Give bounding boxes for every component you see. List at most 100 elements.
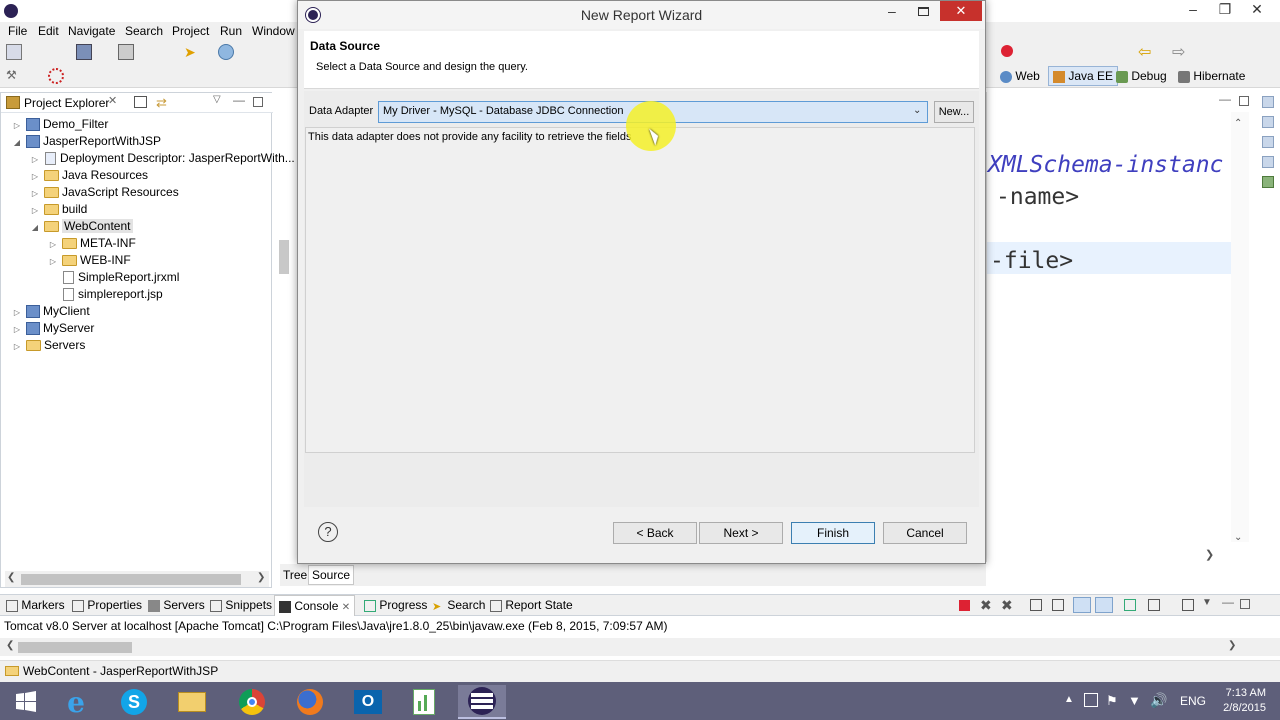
remove-launch-icon[interactable]: ✖ <box>980 597 992 614</box>
expand-arrow-icon[interactable]: ▷ <box>47 257 59 266</box>
tree-item-jasperreportwithjsp[interactable]: ◢ JasperReportWithJSP <box>11 134 161 151</box>
tab-report-state[interactable]: Report State <box>490 598 573 612</box>
tab-markers[interactable]: Markers <box>6 598 65 612</box>
tab-servers[interactable]: Servers <box>148 598 205 612</box>
tree-item-simplereport-jrxml[interactable]: SimpleReport.jrxml <box>59 270 179 287</box>
taskbar-skype[interactable]: S <box>110 685 158 719</box>
close-view-icon[interactable]: ✕ <box>108 94 117 107</box>
tab-progress[interactable]: Progress <box>364 598 427 612</box>
tree-item-webcontent[interactable]: ◢ WebContent <box>29 219 133 236</box>
tab-properties[interactable]: Properties <box>72 598 142 612</box>
new-adapter-button[interactable]: New... <box>934 101 974 123</box>
new-icon[interactable] <box>6 44 22 60</box>
start-button[interactable] <box>2 685 50 719</box>
maximize-view-icon[interactable] <box>253 97 263 107</box>
word-wrap-icon[interactable] <box>1052 599 1064 611</box>
expand-arrow-icon[interactable]: ▷ <box>29 189 41 198</box>
open-console-icon[interactable] <box>1148 599 1160 611</box>
scroll-thumb[interactable] <box>18 642 132 653</box>
print-icon[interactable] <box>118 44 134 60</box>
tree-item-meta-inf[interactable]: ▷ META-INF <box>47 236 136 253</box>
tree-item-deployment-descriptor[interactable]: ▷ Deployment Descriptor: JasperReportWith… <box>29 151 295 168</box>
menu-edit[interactable]: Edit <box>38 24 59 38</box>
taskbar-eclipse[interactable] <box>458 685 506 719</box>
tab-search[interactable]: ➤ Search <box>432 598 485 613</box>
menu-file[interactable]: File <box>8 24 27 38</box>
menu-search[interactable]: Search <box>125 24 163 38</box>
stop-icon[interactable] <box>1001 45 1013 57</box>
expand-arrow-icon[interactable]: ▷ <box>29 172 41 181</box>
flag-icon[interactable]: ⚑ <box>1106 693 1118 709</box>
perspective-javaee[interactable]: Java EE <box>1048 66 1119 86</box>
collapse-arrow-icon[interactable]: ◢ <box>11 138 23 147</box>
taskbar-explorer[interactable] <box>168 685 216 719</box>
console-hscrollbar[interactable]: ❮ ❯ <box>0 638 1280 656</box>
view-menu-icon[interactable]: ▽ <box>213 94 221 105</box>
minimize-button[interactable]: – <box>1176 0 1210 20</box>
tree-item-build[interactable]: ▷ build <box>29 202 87 219</box>
perspective-hibernate[interactable]: Hibernate <box>1178 69 1245 83</box>
menu-run[interactable]: Run <box>220 24 242 38</box>
new-console-icon[interactable] <box>1182 599 1194 611</box>
editor-maximize-icon[interactable] <box>1239 96 1249 106</box>
collapse-all-icon[interactable] <box>134 96 147 108</box>
editor-scroll-right-icon[interactable]: ❯ <box>1205 548 1214 561</box>
tab-tree[interactable]: Tree <box>283 568 307 582</box>
code-line-2[interactable]: -name> <box>996 184 1079 210</box>
terminate-icon[interactable] <box>959 600 970 611</box>
back-nav-icon[interactable]: ⇦ <box>1138 42 1154 61</box>
finish-button[interactable]: Finish <box>791 522 875 544</box>
show-console-icon[interactable] <box>1073 597 1091 613</box>
wifi-icon[interactable]: ▼ <box>1128 693 1141 708</box>
taskbar-outlook[interactable]: O <box>344 685 392 719</box>
close-tab-icon[interactable]: ✕ <box>342 602 350 613</box>
volume-icon[interactable]: 🔊 <box>1150 692 1167 709</box>
taskbar-ie[interactable]: e <box>52 685 100 719</box>
scroll-left-icon[interactable]: ❮ <box>6 640 14 651</box>
pin-console-icon[interactable] <box>1095 597 1113 613</box>
splitter-handle[interactable] <box>279 240 289 274</box>
tab-console[interactable]: Console ✕ <box>274 595 356 616</box>
tab-source[interactable]: Source <box>308 565 355 585</box>
minimize-view-icon[interactable]: — <box>233 93 245 107</box>
network-icon[interactable] <box>1084 693 1098 707</box>
expand-arrow-icon[interactable]: ▷ <box>11 121 23 130</box>
tree-item-myclient[interactable]: ▷ MyClient <box>11 304 90 321</box>
menu-project[interactable]: Project <box>172 24 209 38</box>
tab-snippets[interactable]: Snippets <box>210 598 272 612</box>
tree-item-web-inf[interactable]: ▷ WEB-INF <box>47 253 131 270</box>
console-maximize-icon[interactable] <box>1240 599 1250 609</box>
menu-navigate[interactable]: Navigate <box>68 24 115 38</box>
expand-arrow-icon[interactable]: ▷ <box>29 206 41 215</box>
scroll-right-icon[interactable]: ❯ <box>257 572 265 583</box>
scroll-lock-icon[interactable] <box>1030 599 1042 611</box>
dialog-minimize-button[interactable]: – <box>888 3 896 19</box>
dialog-maximize-button[interactable] <box>918 7 929 16</box>
scroll-up-icon[interactable]: ⌃ <box>1234 118 1242 129</box>
code-line-3[interactable]: -file> <box>990 248 1073 274</box>
scroll-thumb[interactable] <box>21 574 241 585</box>
dialog-close-button[interactable]: ✕ <box>940 1 982 21</box>
console-view-menu-icon[interactable]: ▼ <box>1202 597 1212 608</box>
perspective-debug[interactable]: Debug <box>1116 69 1167 83</box>
editor-minimize-icon[interactable]: — <box>1219 92 1231 106</box>
run-icon[interactable]: ➤ <box>184 44 200 60</box>
globe-icon[interactable] <box>218 44 234 60</box>
tree-item-servers[interactable]: ▷ Servers <box>11 338 85 355</box>
code-line-1[interactable]: XMLSchema-instanc <box>988 152 1223 178</box>
collapse-arrow-icon[interactable]: ◢ <box>29 223 41 232</box>
scroll-left-icon[interactable]: ❮ <box>7 572 15 583</box>
expand-arrow-icon[interactable]: ▷ <box>11 342 23 351</box>
language-indicator[interactable]: ENG <box>1180 694 1206 708</box>
tree-item-javascript-resources[interactable]: ▷ JavaScript Resources <box>29 185 179 202</box>
save-icon[interactable] <box>76 44 92 60</box>
cancel-button[interactable]: Cancel <box>883 522 967 544</box>
restore-button[interactable]: ❐ <box>1208 0 1242 20</box>
menu-window[interactable]: Window <box>252 24 295 38</box>
clock[interactable]: 7:13 AM 2/8/2015 <box>1214 686 1266 716</box>
project-explorer-title[interactable]: Project Explorer <box>24 96 109 110</box>
expand-arrow-icon[interactable]: ▷ <box>11 325 23 334</box>
taskbar-chart-app[interactable] <box>400 685 448 719</box>
tree-item-demo-filter[interactable]: ▷ Demo_Filter <box>11 117 108 134</box>
scroll-down-icon[interactable]: ⌄ <box>1234 532 1242 543</box>
